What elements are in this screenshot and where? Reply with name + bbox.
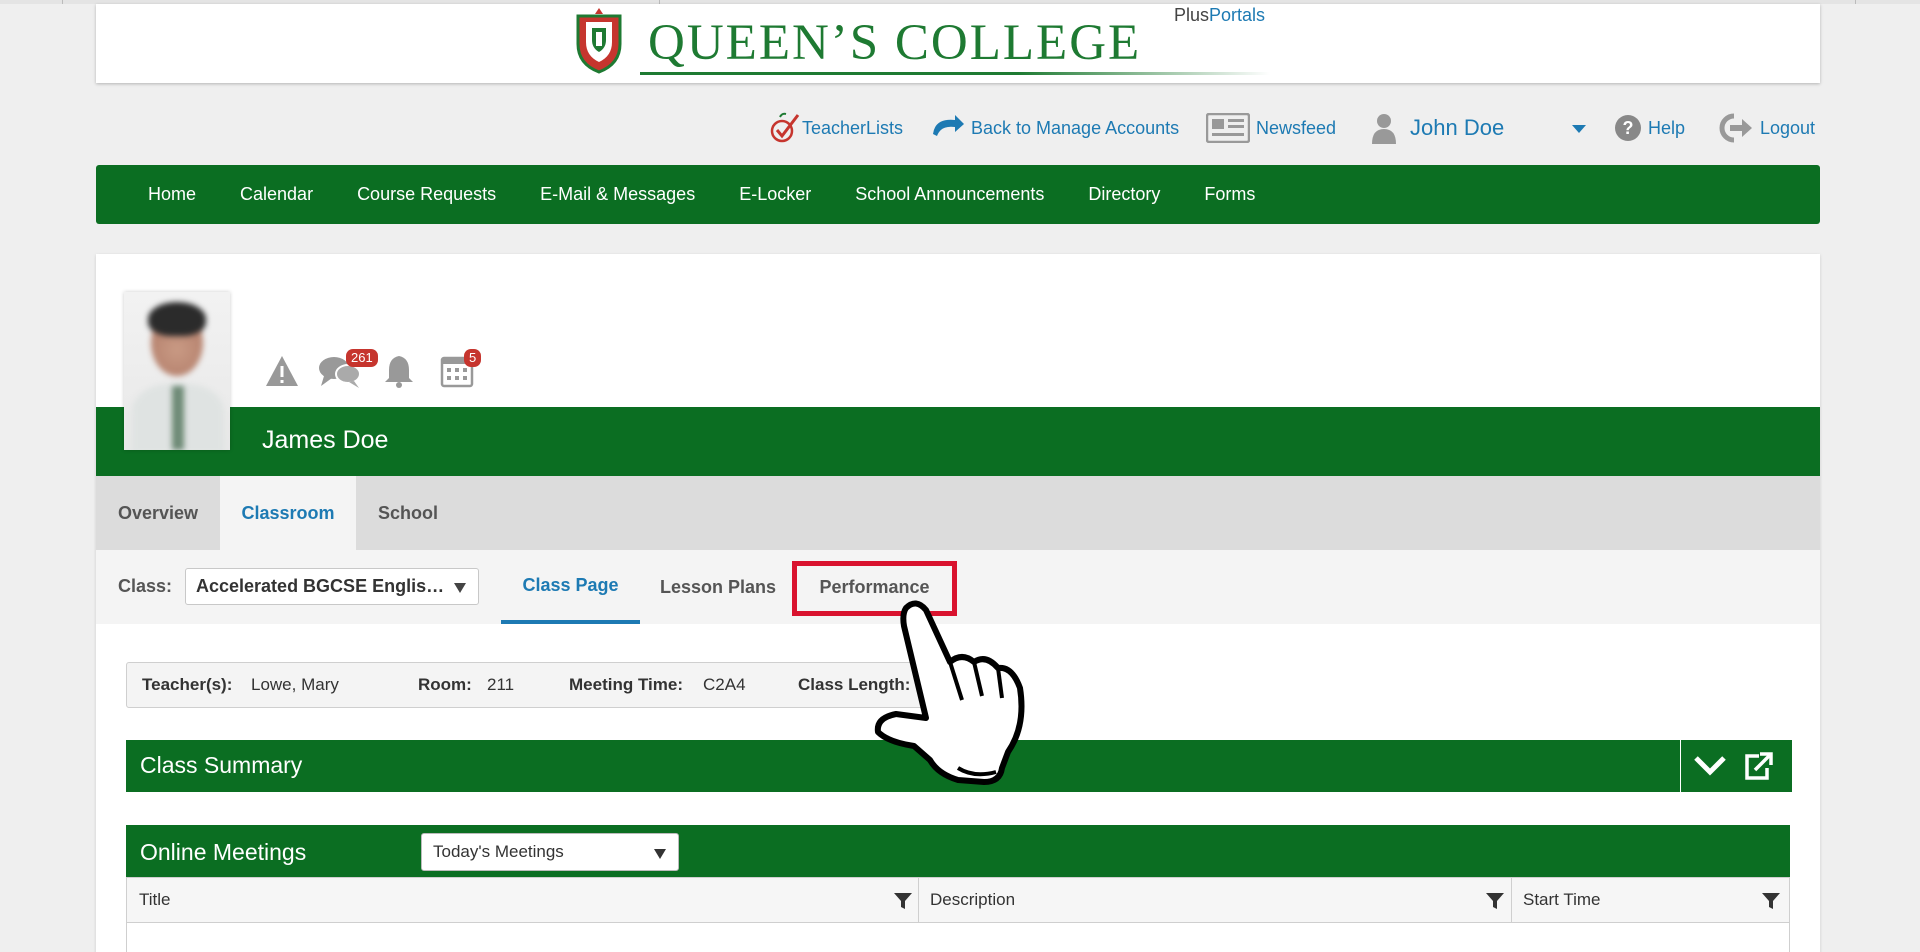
help-label: Help bbox=[1648, 117, 1686, 138]
nav-directory[interactable]: Directory bbox=[1088, 184, 1160, 205]
nav-forms[interactable]: Forms bbox=[1204, 184, 1255, 205]
nav-school-announcements[interactable]: School Announcements bbox=[855, 184, 1044, 205]
help-link[interactable]: ? Help bbox=[1614, 110, 1685, 146]
brand-portals: Portals bbox=[1209, 5, 1266, 25]
teacherlists-link[interactable]: TeacherLists bbox=[768, 110, 903, 146]
column-divider bbox=[918, 877, 919, 923]
column-start-time[interactable]: Start Time bbox=[1523, 877, 1600, 923]
top-strip-tick bbox=[1855, 0, 1856, 4]
teacher-value: Lowe, Mary bbox=[251, 675, 339, 694]
nav-home[interactable]: Home bbox=[148, 184, 196, 205]
column-divider bbox=[1511, 877, 1512, 923]
room-value: 211 bbox=[487, 675, 515, 694]
filter-icon[interactable] bbox=[1485, 891, 1505, 911]
chevron-down-icon[interactable] bbox=[1693, 754, 1727, 778]
logout-label: Logout bbox=[1760, 117, 1816, 138]
teacherlists-label: TeacherLists bbox=[802, 117, 904, 138]
warning-icon[interactable] bbox=[264, 354, 300, 388]
user-menu[interactable]: John Doe bbox=[1370, 110, 1504, 146]
plusportals-brand: PlusPortals bbox=[1174, 5, 1265, 26]
newsfeed-link[interactable]: Newsfeed bbox=[1206, 110, 1336, 146]
back-to-manage-accounts-label: Back to Manage Accounts bbox=[971, 117, 1180, 138]
subtab-class-page[interactable]: Class Page bbox=[501, 550, 640, 624]
logout-link[interactable]: Logout bbox=[1718, 110, 1815, 146]
newspaper-icon bbox=[1206, 113, 1250, 143]
class-length-info: Class Length: bbox=[798, 675, 910, 695]
dropdown-arrow-icon bbox=[654, 849, 666, 859]
meeting-info: Meeting Time: bbox=[569, 675, 683, 695]
teacher-info: Teacher(s): bbox=[142, 675, 232, 695]
filter-icon[interactable] bbox=[1761, 891, 1781, 911]
logout-icon bbox=[1719, 113, 1752, 143]
user-name: John Doe bbox=[1410, 115, 1505, 140]
subtab-lesson-plans[interactable]: Lesson Plans bbox=[640, 550, 796, 624]
tab-overview[interactable]: Overview bbox=[96, 476, 220, 550]
meetings-filter-select[interactable]: Today's Meetings bbox=[421, 833, 679, 871]
school-crest-logo bbox=[576, 8, 622, 74]
class-length-label: Class Length: bbox=[798, 675, 911, 694]
chevron-down-icon[interactable] bbox=[1572, 125, 1586, 133]
teacher-label: Teacher(s): bbox=[142, 675, 233, 694]
class-summary-header: Class Summary bbox=[126, 740, 1792, 792]
filter-icon[interactable] bbox=[893, 891, 913, 911]
meetings-grid-body bbox=[126, 923, 1790, 952]
main-navigation: Home Calendar Course Requests E-Mail & M… bbox=[96, 165, 1820, 224]
meetings-filter-value: Today's Meetings bbox=[433, 842, 564, 861]
meeting-label: Meeting Time: bbox=[569, 675, 683, 694]
class-select[interactable]: Accelerated BGCSE Englis… bbox=[185, 568, 479, 605]
student-name: James Doe bbox=[262, 426, 389, 454]
back-to-manage-accounts-link[interactable]: Back to Manage Accounts bbox=[925, 110, 1179, 146]
nav-e-locker[interactable]: E-Locker bbox=[739, 184, 811, 205]
nav-calendar[interactable]: Calendar bbox=[240, 184, 313, 205]
class-label: Class: bbox=[118, 576, 173, 596]
school-name: QUEEN’S COLLEGE bbox=[648, 15, 1142, 71]
online-meetings-title: Online Meetings bbox=[140, 839, 307, 865]
tab-classroom[interactable]: Classroom bbox=[220, 476, 356, 550]
student-photo bbox=[124, 292, 230, 450]
nav-email-messages[interactable]: E-Mail & Messages bbox=[540, 184, 695, 205]
performance-highlight-box bbox=[792, 561, 957, 616]
user-icon bbox=[1372, 114, 1396, 144]
column-title[interactable]: Title bbox=[139, 877, 171, 923]
bell-icon[interactable] bbox=[384, 354, 414, 388]
class-summary-tools bbox=[1680, 740, 1792, 792]
school-name-underline bbox=[640, 72, 1270, 75]
top-strip-tick bbox=[62, 0, 63, 4]
svg-text:?: ? bbox=[1623, 118, 1634, 138]
room-label: Room: bbox=[418, 675, 472, 694]
brand-plus: Plus bbox=[1174, 5, 1210, 25]
nav-course-requests[interactable]: Course Requests bbox=[357, 184, 496, 205]
messages-count-badge: 261 bbox=[346, 349, 378, 367]
apple-check-icon bbox=[770, 112, 800, 143]
room-info: Room: bbox=[418, 675, 472, 695]
class-summary-title: Class Summary bbox=[140, 752, 303, 778]
tab-school[interactable]: School bbox=[356, 476, 460, 550]
help-icon: ? bbox=[1615, 115, 1641, 141]
column-description[interactable]: Description bbox=[930, 877, 1015, 923]
dropdown-arrow-icon bbox=[454, 583, 466, 593]
calendar-count-badge: 5 bbox=[464, 349, 482, 367]
class-select-value: Accelerated BGCSE Englis… bbox=[196, 576, 445, 596]
back-arrow-icon bbox=[933, 115, 964, 136]
external-link-icon[interactable] bbox=[1743, 752, 1773, 780]
newsfeed-label: Newsfeed bbox=[1256, 117, 1337, 138]
meeting-value: C2A4 bbox=[703, 675, 746, 694]
online-meetings-header: Online Meetings bbox=[126, 825, 1790, 877]
